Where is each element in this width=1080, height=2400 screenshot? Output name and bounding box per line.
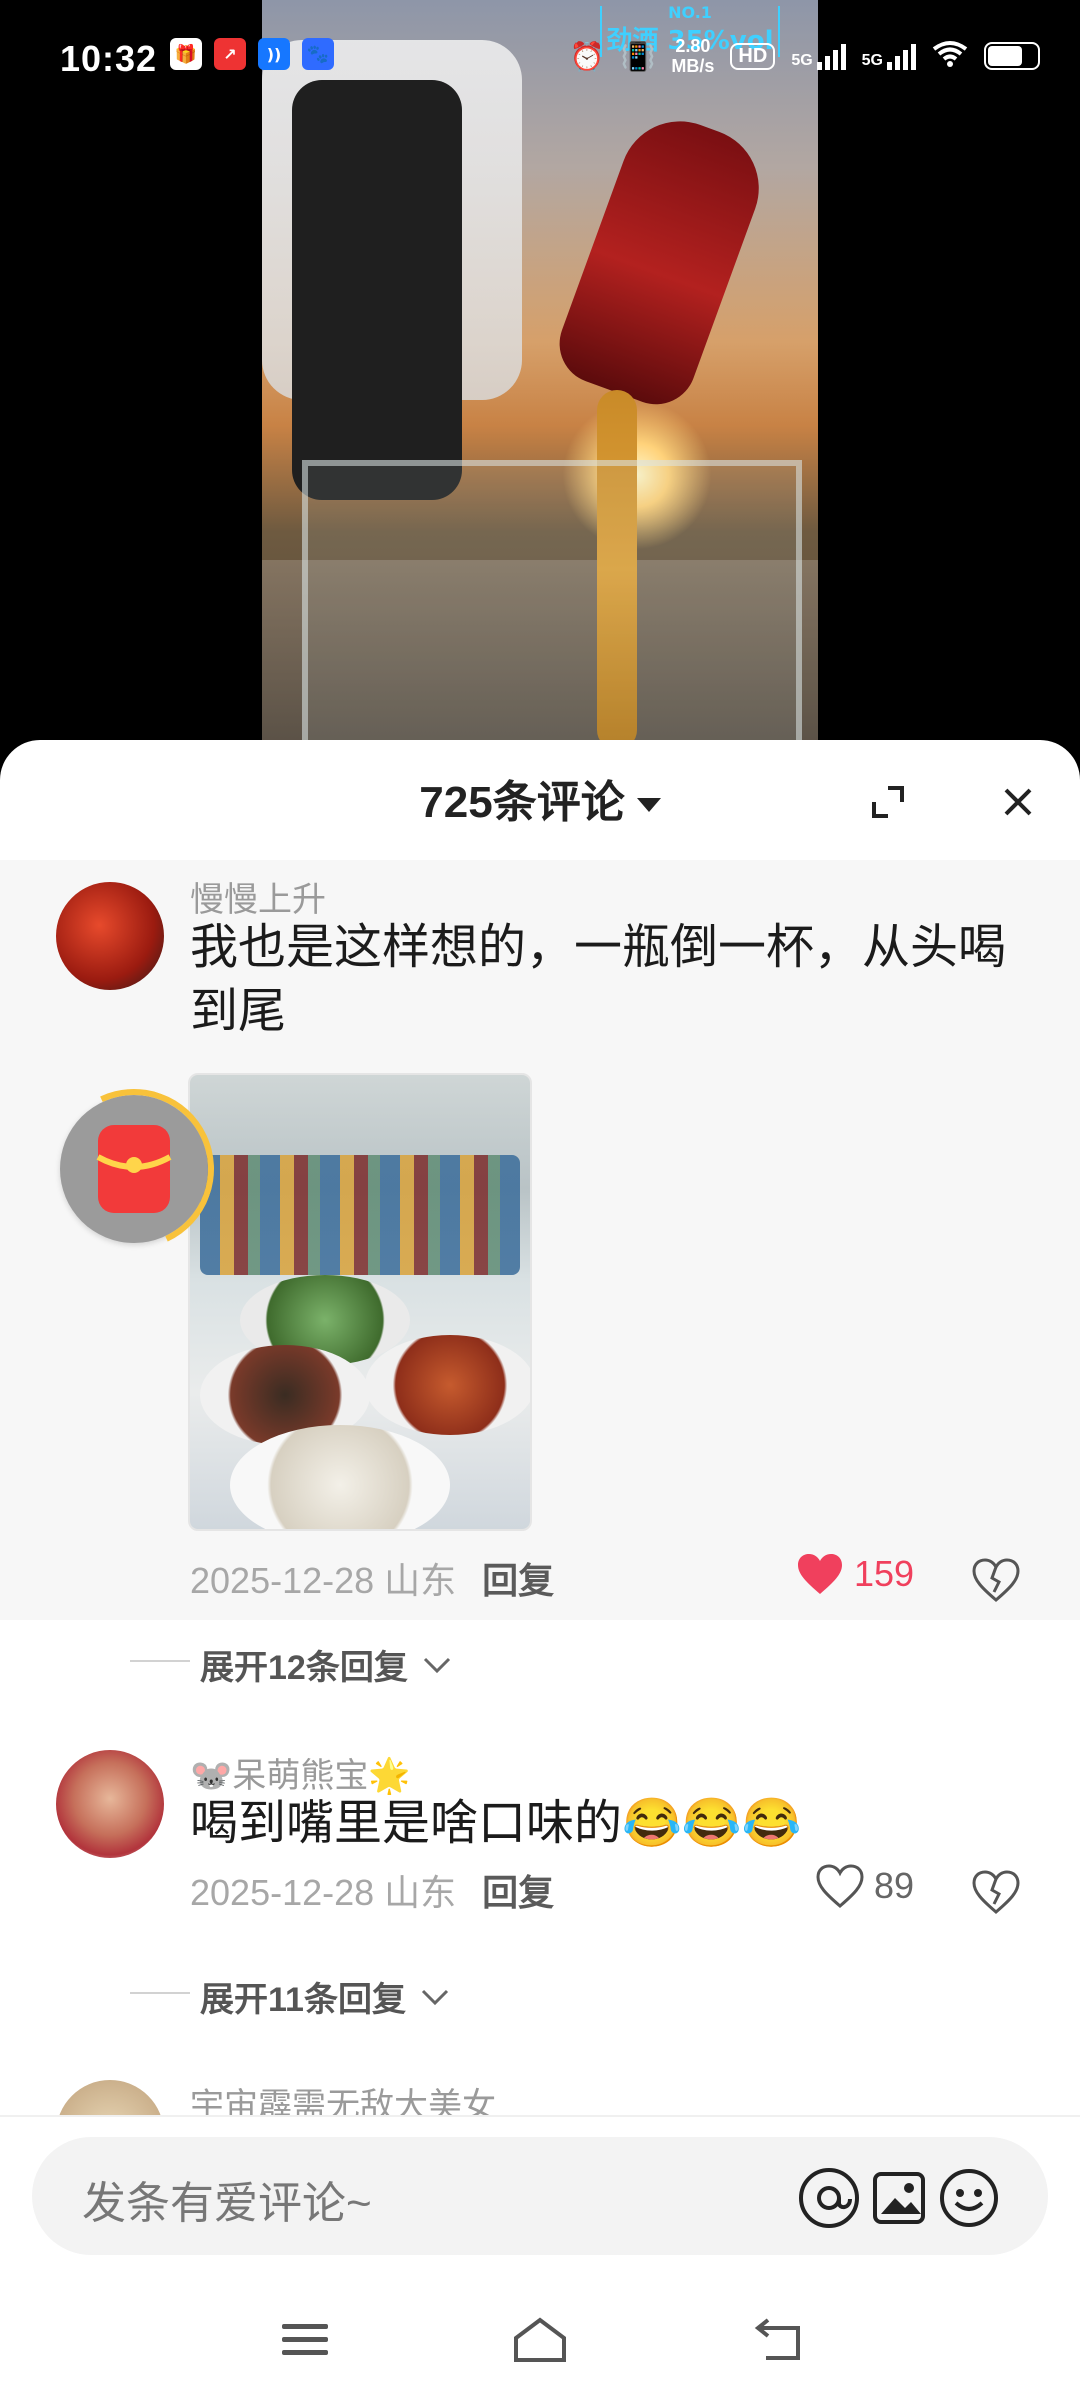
close-button[interactable] (986, 770, 1050, 834)
status-bar: 10:32 🎁 ↗ )) 🐾 ⏰ 📳 2.80 MB/s HD 5G 5G (0, 0, 1080, 120)
status-app-icons: 🎁 ↗ )) 🐾 (170, 38, 334, 70)
net-speed: 2.80 MB/s (671, 36, 714, 76)
video-bottle (548, 104, 776, 416)
comment-meta: 2025-12-28 山东 回复 (190, 1860, 554, 1920)
recent-apps-button[interactable] (270, 2310, 340, 2370)
home-icon (514, 2317, 566, 2362)
reply-button[interactable]: 回复 (482, 1864, 554, 1916)
signal-2: 5G (862, 42, 916, 70)
net-speed-unit: MB/s (671, 56, 715, 76)
menu-icon (282, 2324, 328, 2355)
home-button[interactable] (505, 2310, 575, 2370)
expand-replies-text: 展开12条回复 (200, 1649, 408, 1687)
signal-1: 5G (791, 42, 846, 70)
dislike-button[interactable] (970, 1866, 1022, 1918)
net-type-2: 5G (861, 52, 883, 69)
image-icon (873, 2172, 925, 2224)
reply-button[interactable]: 回复 (482, 1552, 554, 1604)
expand-replies-text: 展开11条回复 (200, 1981, 406, 2019)
video-person-vest (292, 80, 462, 500)
baidu-icon: 🐾 (302, 38, 334, 70)
chevron-down-icon (421, 1989, 449, 2005)
divider-line (130, 1992, 190, 1994)
sheet-header: 725条评论 (0, 740, 1080, 860)
close-icon (1004, 788, 1032, 816)
like-count: 89 (874, 1865, 915, 1906)
battery-icon (984, 42, 1040, 70)
comment-composer: 发条有爱评论~ (0, 2115, 1080, 2270)
avatar[interactable] (56, 1750, 164, 1858)
dropdown-caret-icon (636, 798, 661, 813)
comment-username[interactable]: 🐭呆萌熊宝🌟 (190, 1748, 411, 1797)
comment-date-location: 2025-12-28 山东 (190, 1560, 457, 1601)
vibrate-icon: 📳 (620, 40, 656, 72)
status-right: ⏰ 📳 2.80 MB/s HD 5G 5G (570, 36, 1040, 76)
comment-input[interactable]: 发条有爱评论~ (32, 2137, 1048, 2255)
divider-line (130, 1660, 190, 1662)
wifi-icon (932, 40, 968, 73)
signal-bars-1 (816, 42, 846, 70)
comment-input-placeholder: 发条有爱评论~ (82, 2179, 372, 2228)
comment-text: 喝到嘴里是啥口味的😂😂😂 (190, 1797, 802, 1850)
comment-date-location: 2025-12-28 山东 (190, 1872, 457, 1913)
emoji-button[interactable] (936, 2165, 1002, 2231)
photo-plate (230, 1425, 450, 1529)
comment-photo[interactable] (188, 1073, 532, 1531)
back-button[interactable] (745, 2310, 815, 2370)
expand-replies-button[interactable]: 展开11条回复 (130, 1972, 450, 2021)
back-icon (754, 2318, 800, 2360)
expand-button[interactable] (856, 770, 920, 834)
gift-icon: 🎁 (170, 38, 202, 70)
comment-count-text: 725条评论 (419, 778, 625, 827)
stock-app-icon: ↗ (214, 38, 246, 70)
dislike-button[interactable] (970, 1554, 1022, 1606)
chevron-down-icon (423, 1657, 450, 1673)
expand-icon (872, 786, 904, 818)
like-button[interactable]: 159 (796, 1552, 914, 1596)
like-count: 159 (854, 1553, 915, 1594)
at-icon (799, 2168, 859, 2228)
net-speed-value: 2.80 (675, 36, 711, 56)
photo-bottles (200, 1155, 520, 1275)
signal-bars-2 (887, 42, 916, 70)
like-button[interactable]: 89 (816, 1864, 914, 1908)
avatar[interactable] (56, 882, 164, 990)
video-glass (302, 460, 802, 760)
hd-badge: HD (730, 42, 776, 70)
photo-plate (365, 1335, 530, 1435)
wireless-icon: )) (258, 38, 290, 70)
alarm-icon: ⏰ (569, 40, 605, 72)
comment-username[interactable]: 慢慢上升 (190, 872, 326, 921)
comment-text: 我也是这样想的，一瓶倒一杯，从头喝到尾 (190, 921, 1007, 1038)
status-time: 10:32 (60, 38, 158, 79)
red-packet-button[interactable] (31, 1066, 237, 1272)
expand-replies-button[interactable]: 展开12条回复 (130, 1640, 452, 1689)
image-button[interactable] (866, 2165, 932, 2231)
heart-filled-icon (798, 1554, 842, 1594)
broken-heart-icon (972, 1558, 1020, 1602)
mention-button[interactable] (796, 2165, 862, 2231)
heart-outline-icon (816, 1864, 864, 1908)
broken-heart-icon (972, 1870, 1020, 1914)
system-nav-bar (0, 2270, 1080, 2400)
comment-meta: 2025-12-28 山东 回复 (190, 1548, 554, 1608)
smile-icon (940, 2169, 998, 2227)
net-type-1: 5G (791, 52, 813, 69)
